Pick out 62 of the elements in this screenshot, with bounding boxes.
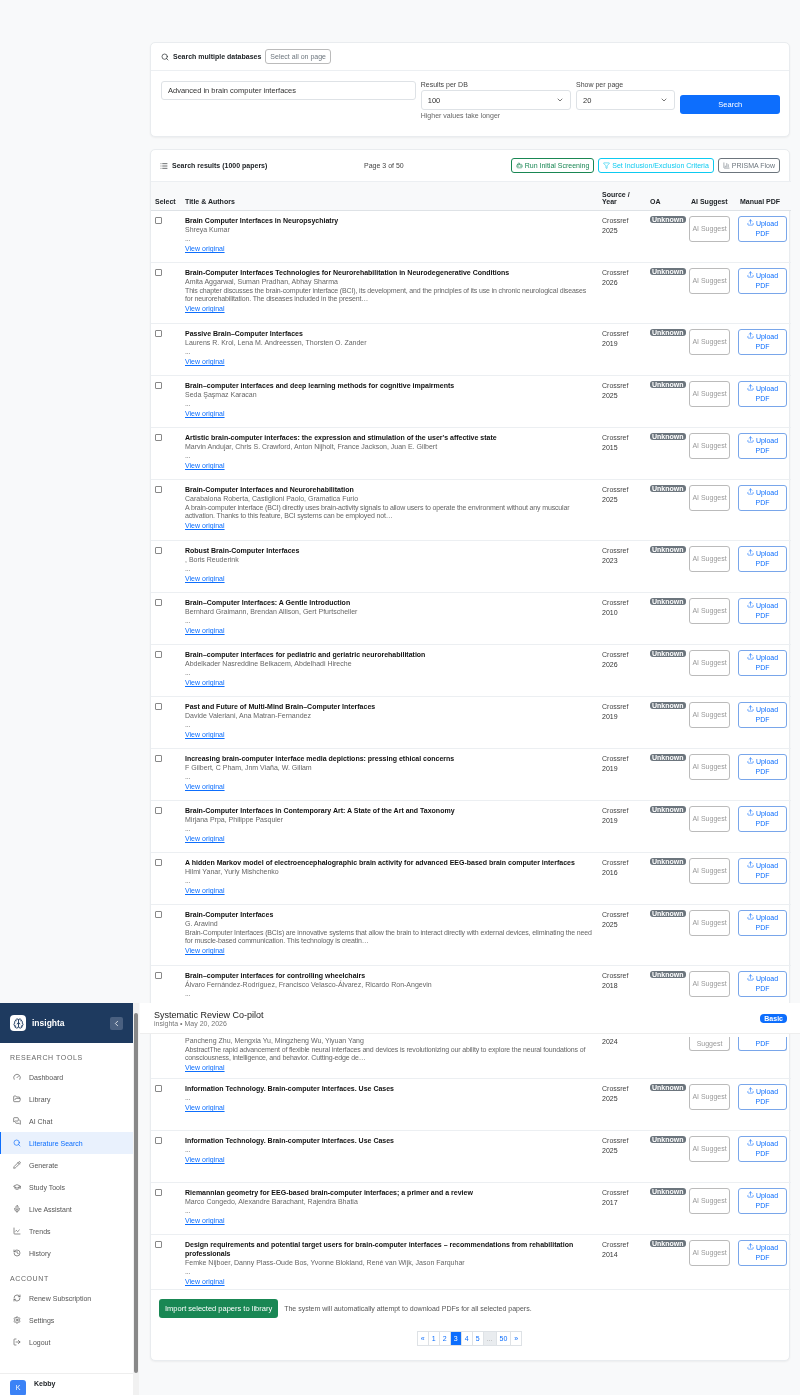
upload-icon	[746, 705, 754, 712]
upload-icon	[746, 219, 754, 226]
row-checkbox[interactable]	[155, 1137, 162, 1144]
brand-name: insighta	[32, 1018, 66, 1028]
row-checkbox[interactable]	[155, 1085, 162, 1092]
row-checkbox[interactable]	[155, 807, 162, 814]
upload-icon	[746, 809, 754, 816]
upload-icon	[746, 332, 754, 339]
folder-icon	[13, 1095, 21, 1103]
row-checkbox[interactable]	[155, 269, 162, 276]
history-icon	[13, 1249, 21, 1257]
pencil-icon	[13, 1161, 21, 1169]
graduation-cap-icon	[13, 1183, 21, 1191]
upload-icon	[746, 436, 754, 443]
microphone-icon	[13, 1205, 21, 1213]
chat-icon	[13, 1117, 21, 1125]
upload-icon	[746, 653, 754, 660]
upload-icon	[746, 549, 754, 556]
row-checkbox[interactable]	[155, 599, 162, 606]
robot-icon	[515, 162, 523, 169]
row-checkbox[interactable]	[155, 859, 162, 866]
row-checkbox[interactable]	[155, 486, 162, 493]
upload-icon	[746, 757, 754, 764]
chevron-down-icon	[660, 96, 669, 104]
chevron-down-icon	[555, 96, 564, 104]
header-title: Systematic Review Co-pilot	[154, 1009, 264, 1020]
row-checkbox[interactable]	[155, 330, 162, 337]
filter-icon	[603, 162, 611, 169]
settings-icon	[13, 1316, 21, 1324]
upload-icon	[746, 1191, 754, 1198]
search-icon	[13, 1139, 21, 1147]
row-checkbox[interactable]	[155, 703, 162, 710]
upload-icon	[746, 1243, 754, 1250]
gauge-icon	[13, 1073, 21, 1081]
row-checkbox[interactable]	[155, 755, 162, 762]
row-checkbox[interactable]	[155, 382, 162, 389]
chevron-left-icon	[112, 1018, 121, 1028]
row-checkbox[interactable]	[155, 1241, 162, 1248]
upload-icon	[746, 488, 754, 495]
row-checkbox[interactable]	[155, 911, 162, 918]
upload-icon	[746, 861, 754, 868]
row-checkbox[interactable]	[155, 972, 162, 979]
logout-icon	[13, 1338, 21, 1346]
list-icon	[160, 161, 168, 170]
upload-icon	[746, 974, 754, 981]
upload-icon	[746, 1139, 754, 1146]
upload-icon	[746, 271, 754, 278]
row-checkbox[interactable]	[155, 547, 162, 554]
row-checkbox[interactable]	[155, 651, 162, 658]
brain-icon	[10, 1015, 26, 1031]
upload-icon	[746, 913, 754, 920]
row-checkbox[interactable]	[155, 217, 162, 224]
row-checkbox[interactable]	[155, 434, 162, 441]
upload-icon	[746, 601, 754, 608]
row-checkbox[interactable]	[155, 1189, 162, 1196]
upload-icon	[746, 1087, 754, 1094]
upload-icon	[746, 384, 754, 391]
line-chart-icon	[13, 1227, 21, 1235]
refresh-icon	[13, 1294, 21, 1302]
search-icon	[161, 52, 169, 61]
bar-chart-icon	[722, 162, 730, 169]
collapse-button[interactable]	[110, 1016, 123, 1030]
